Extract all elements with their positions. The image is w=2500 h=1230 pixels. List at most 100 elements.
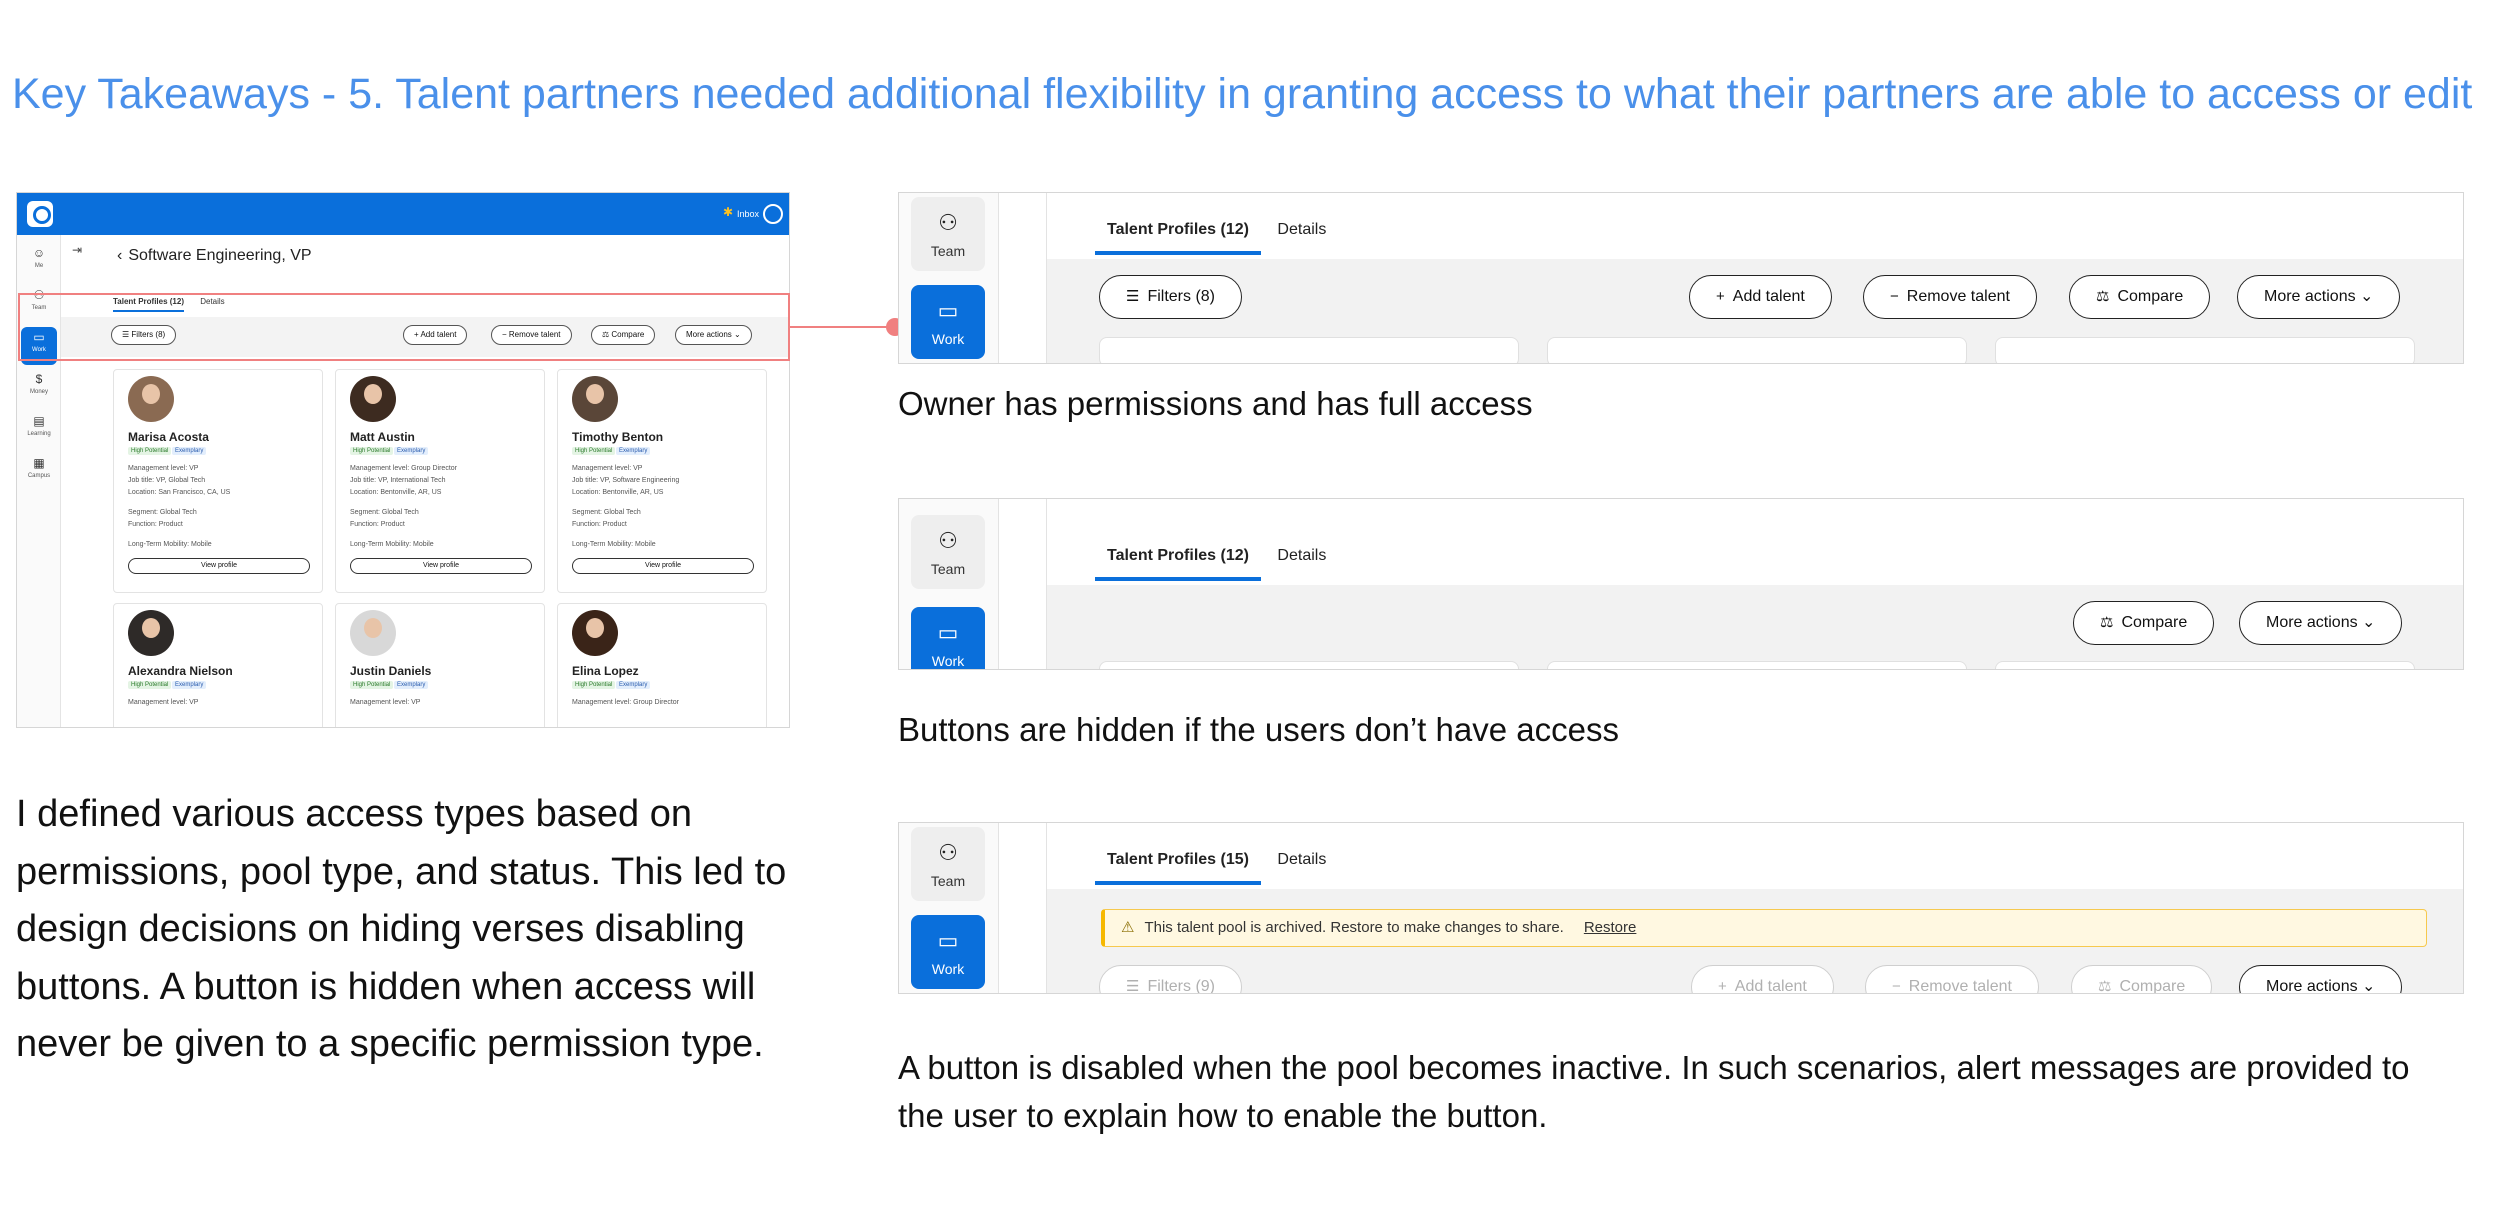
toolbar-highlight-box [18,293,790,361]
app-mockup: ✱ Inbox ☺ Me ⚇ Team ▭ Work $ Money ▤ Learning… [16,192,790,728]
profile-card: Timothy Benton High Potential Exemplary … [557,369,767,593]
profile-card: Justin Daniels High Potential Exemplary … [335,603,545,727]
learning-icon: ▤ [33,414,45,428]
view-profile-button[interactable]: View profile [572,558,754,574]
profile-segment: Segment: Global Tech [128,509,197,516]
secondary-rail [999,193,1047,363]
tag-exemplary: Exemplary [172,681,207,689]
nav-item-me[interactable]: ☺ Me [21,243,57,281]
compare-button[interactable]: ⚖ Compare [2071,965,2213,993]
profile-segment: Segment: Global Tech [572,509,641,516]
connector-line [790,326,896,328]
profile-segment: Segment: Global Tech [350,509,419,516]
profile-function: Function: Product [128,521,183,528]
compare-button[interactable]: ⚖ Compare [2069,275,2211,319]
money-icon: $ [35,372,43,386]
caption-disabled-buttons: A button is disabled when the pool becom… [898,1049,2410,1134]
avatar [128,610,174,656]
profile-job-title: Job title: VP, International Tech [350,477,446,484]
filters-button[interactable]: ☰ Filters (8) [1099,275,1243,319]
app-logo-icon[interactable] [27,201,53,227]
profile-card [1547,337,1967,363]
profile-function: Function: Product [350,521,405,528]
tab-talent-profiles[interactable]: Talent Profiles (15) [1095,851,1261,885]
tab-details[interactable]: Details [1265,547,1338,577]
profile-name: Marisa Acosta [128,430,209,444]
profile-name: Alexandra Nielson [128,664,233,678]
compare-icon: ⚖ [2100,614,2114,631]
profile-mgmt-level: Management level: VP [128,465,199,472]
view-profile-button[interactable]: View profile [350,558,532,574]
profile-card: Marisa Acosta High Potential Exemplary M… [113,369,323,593]
collapse-panel-icon[interactable]: ⇥ [72,243,82,257]
profile-job-title: Job title: VP, Global Tech [128,477,206,484]
profile-mgmt-level: Management level: Group Director [350,465,457,472]
avatar [572,610,618,656]
mockup-topbar: ✱ Inbox [17,193,789,235]
nav-item-work[interactable]: ▭ Work [911,915,985,989]
add-talent-button[interactable]: + Add talent [1689,275,1832,319]
minus-icon: − [1892,978,1901,994]
tag-high-potential: High Potential [128,447,172,455]
profile-name: Justin Daniels [350,664,432,678]
nav-rail: ⚇ Team ▭ Work [899,823,999,993]
profile-name: Elina Lopez [572,664,639,678]
profile-name: Matt Austin [350,430,415,444]
more-actions-button[interactable]: More actions ⌄ [2239,601,2403,645]
team-icon: ⚇ [938,840,958,865]
account-icon[interactable] [763,204,783,224]
profile-card: Matt Austin High Potential Exemplary Man… [335,369,545,593]
tab-talent-profiles[interactable]: Talent Profiles (12) [1095,221,1261,255]
secondary-rail [999,823,1047,993]
profile-card [1547,661,1967,669]
tabs: Talent Profiles (12) Details [1095,547,1338,581]
more-actions-button[interactable]: More actions ⌄ [2237,275,2401,319]
briefcase-icon: ▭ [937,928,959,953]
remove-talent-button[interactable]: − Remove talent [1865,965,2039,994]
profile-name: Timothy Benton [572,430,664,444]
compare-button[interactable]: ⚖ Compare [2073,601,2215,645]
remove-talent-button[interactable]: − Remove talent [1863,275,2037,319]
filters-button[interactable]: ☰ Filters (9) [1099,965,1243,994]
tab-details[interactable]: Details [1265,221,1338,251]
tab-details[interactable]: Details [1265,851,1338,881]
profile-card [1995,337,2415,363]
nav-item-team[interactable]: ⚇ Team [911,827,985,901]
chevron-left-icon[interactable]: ‹ [117,247,122,264]
restore-link[interactable]: Restore [1584,919,1637,936]
profile-location: Location: Bentonville, AR, US [350,489,442,496]
topbar-label[interactable]: Inbox [737,209,759,219]
mockup-page-title: ‹ Software Engineering, VP [117,247,312,264]
tag-high-potential: High Potential [350,681,394,689]
nav-item-learning[interactable]: ▤ Learning [21,411,57,449]
nav-rail: ⚇ Team ▭ Work [899,193,999,363]
chevron-down-icon: ⌄ [2357,614,2376,631]
profile-card [1099,661,1519,669]
profile-card [1995,661,2415,669]
more-actions-button[interactable]: More actions ⌄ [2239,965,2403,993]
team-icon: ⚇ [938,210,958,235]
nav-item-campus[interactable]: ▦ Campus [21,453,57,491]
profile-location: Location: Bentonville, AR, US [572,489,664,496]
nav-item-work[interactable]: ▭ Work [911,607,985,669]
panel-disabled-buttons: ⚇ Team ▭ Work Talent Profiles (15) Details… [898,822,2464,994]
nav-item-team[interactable]: ⚇ Team [911,515,985,589]
profile-function: Function: Product [572,521,627,528]
tab-talent-profiles[interactable]: Talent Profiles (12) [1095,547,1261,581]
tag-high-potential: High Potential [128,681,172,689]
alert-text: This talent pool is archived. Restore to… [1144,919,1564,936]
view-profile-button[interactable]: View profile [128,558,310,574]
add-talent-button[interactable]: + Add talent [1691,965,1834,993]
filter-icon: ☰ [1126,978,1140,994]
compare-icon: ⚖ [2096,288,2110,305]
profile-mgmt-level: Management level: VP [572,465,643,472]
tag-high-potential: High Potential [572,447,616,455]
nav-item-team[interactable]: ⚇ Team [911,197,985,271]
team-icon: ⚇ [938,528,958,553]
tag-exemplary: Exemplary [616,681,651,689]
nav-item-work[interactable]: ▭ Work [911,285,985,359]
profile-card: Elina Lopez High Potential Exemplary Man… [557,603,767,727]
profile-mgmt-level: Management level: VP [128,699,199,706]
nav-item-money[interactable]: $ Money [21,369,57,407]
tag-exemplary: Exemplary [394,681,429,689]
